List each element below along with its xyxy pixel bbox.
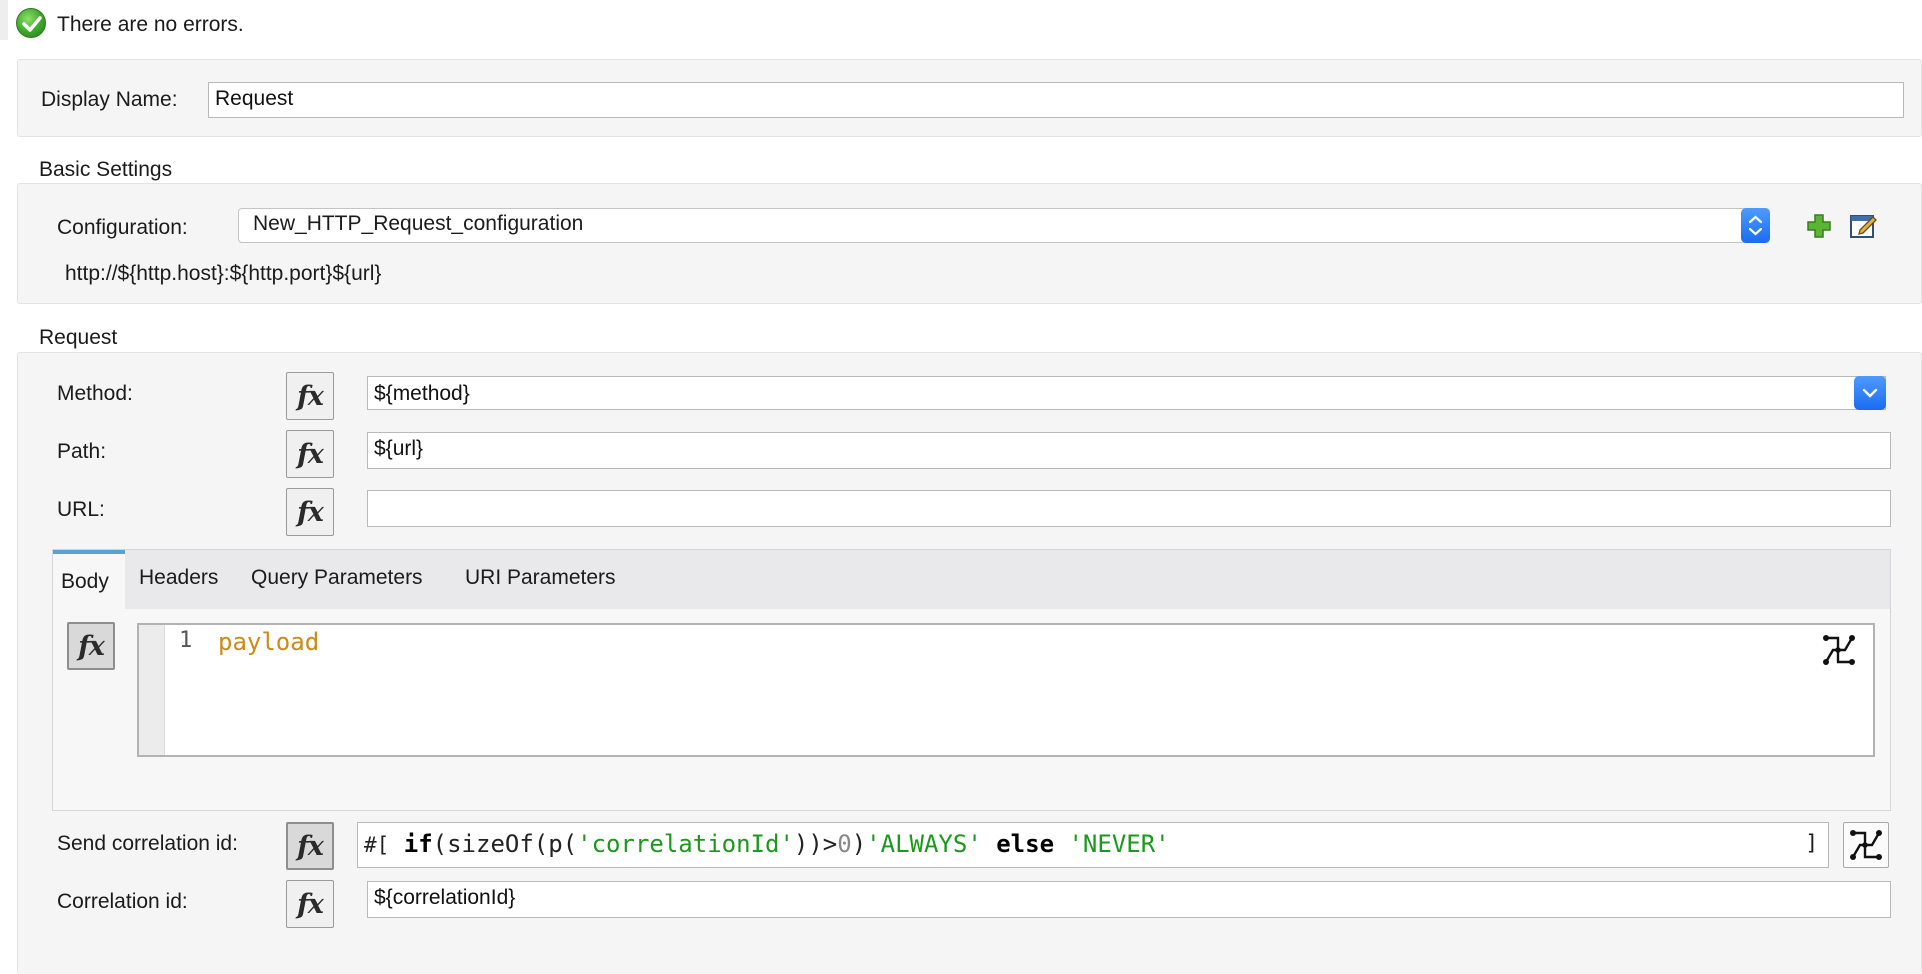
request-title: Request — [39, 326, 118, 349]
body-code-text: payload — [218, 628, 320, 656]
correlation-id-label: Correlation id: — [57, 890, 188, 913]
path-fx-button[interactable]: fx — [286, 430, 334, 478]
correlation-id-fx-button[interactable]: fx — [286, 880, 334, 928]
dataweave-graph-icon — [1850, 830, 1882, 860]
correlation-id-input[interactable]: ${correlationId} — [367, 881, 1891, 918]
tab-query-parameters[interactable]: Query Parameters — [251, 566, 423, 590]
chevron-down-icon — [1862, 388, 1878, 398]
method-select[interactable]: ${method} — [367, 376, 1886, 410]
url-input[interactable] — [367, 490, 1891, 527]
editor-gutter — [139, 625, 165, 755]
method-fx-button[interactable]: fx — [286, 372, 334, 420]
path-label: Path: — [57, 440, 107, 463]
tab-uri-parameters[interactable]: URI Parameters — [465, 566, 616, 590]
configuration-select-arrows[interactable] — [1741, 208, 1770, 243]
display-name-label: Display Name: — [41, 88, 178, 111]
status-gutter — [0, 0, 8, 40]
tab-body-label: Body — [61, 570, 109, 593]
send-correlation-graph-button[interactable] — [1843, 822, 1889, 868]
send-correlation-expression-editor[interactable]: #[ if(sizeOf(p('correlationId'))>0)'ALWA… — [357, 822, 1829, 868]
line-number: 1 — [179, 628, 193, 653]
expression-close-bracket: ] — [1805, 831, 1818, 855]
display-name-input[interactable]: Request — [208, 82, 1904, 118]
tab-body[interactable]: Body — [53, 550, 125, 610]
status-message: There are no errors. — [57, 13, 244, 36]
method-select-value: ${method} — [374, 382, 470, 405]
tab-bar: Body Headers Query Parameters URI Parame… — [53, 549, 1890, 610]
send-correlation-expression: #[ if(sizeOf(p('correlationId'))>0)'ALWA… — [364, 830, 1170, 858]
body-code-editor[interactable]: 1 payload — [137, 623, 1875, 757]
dataweave-graph-icon[interactable] — [1819, 630, 1859, 670]
configuration-select[interactable]: New_HTTP_Request_configuration — [238, 208, 1770, 243]
send-correlation-label: Send correlation id: — [57, 832, 238, 855]
configuration-url-preview: http://${http.host}:${http.port}${url} — [65, 262, 382, 285]
url-fx-button[interactable]: fx — [286, 488, 334, 536]
body-fx-button[interactable]: fx — [67, 622, 115, 670]
configuration-select-value: New_HTTP_Request_configuration — [253, 212, 584, 235]
send-correlation-fx-button[interactable]: fx — [286, 822, 334, 870]
basic-settings-title: Basic Settings — [39, 158, 173, 181]
method-select-arrow[interactable] — [1854, 376, 1886, 410]
method-label: Method: — [57, 382, 133, 405]
add-icon[interactable] — [1805, 212, 1833, 240]
edit-icon[interactable] — [1849, 210, 1879, 240]
url-label: URL: — [57, 498, 105, 521]
tab-headers[interactable]: Headers — [139, 566, 218, 590]
configuration-label: Configuration: — [57, 216, 188, 239]
check-circle-icon — [16, 8, 46, 38]
path-input[interactable]: ${url} — [367, 432, 1891, 469]
chevron-updown-icon — [1748, 215, 1763, 236]
